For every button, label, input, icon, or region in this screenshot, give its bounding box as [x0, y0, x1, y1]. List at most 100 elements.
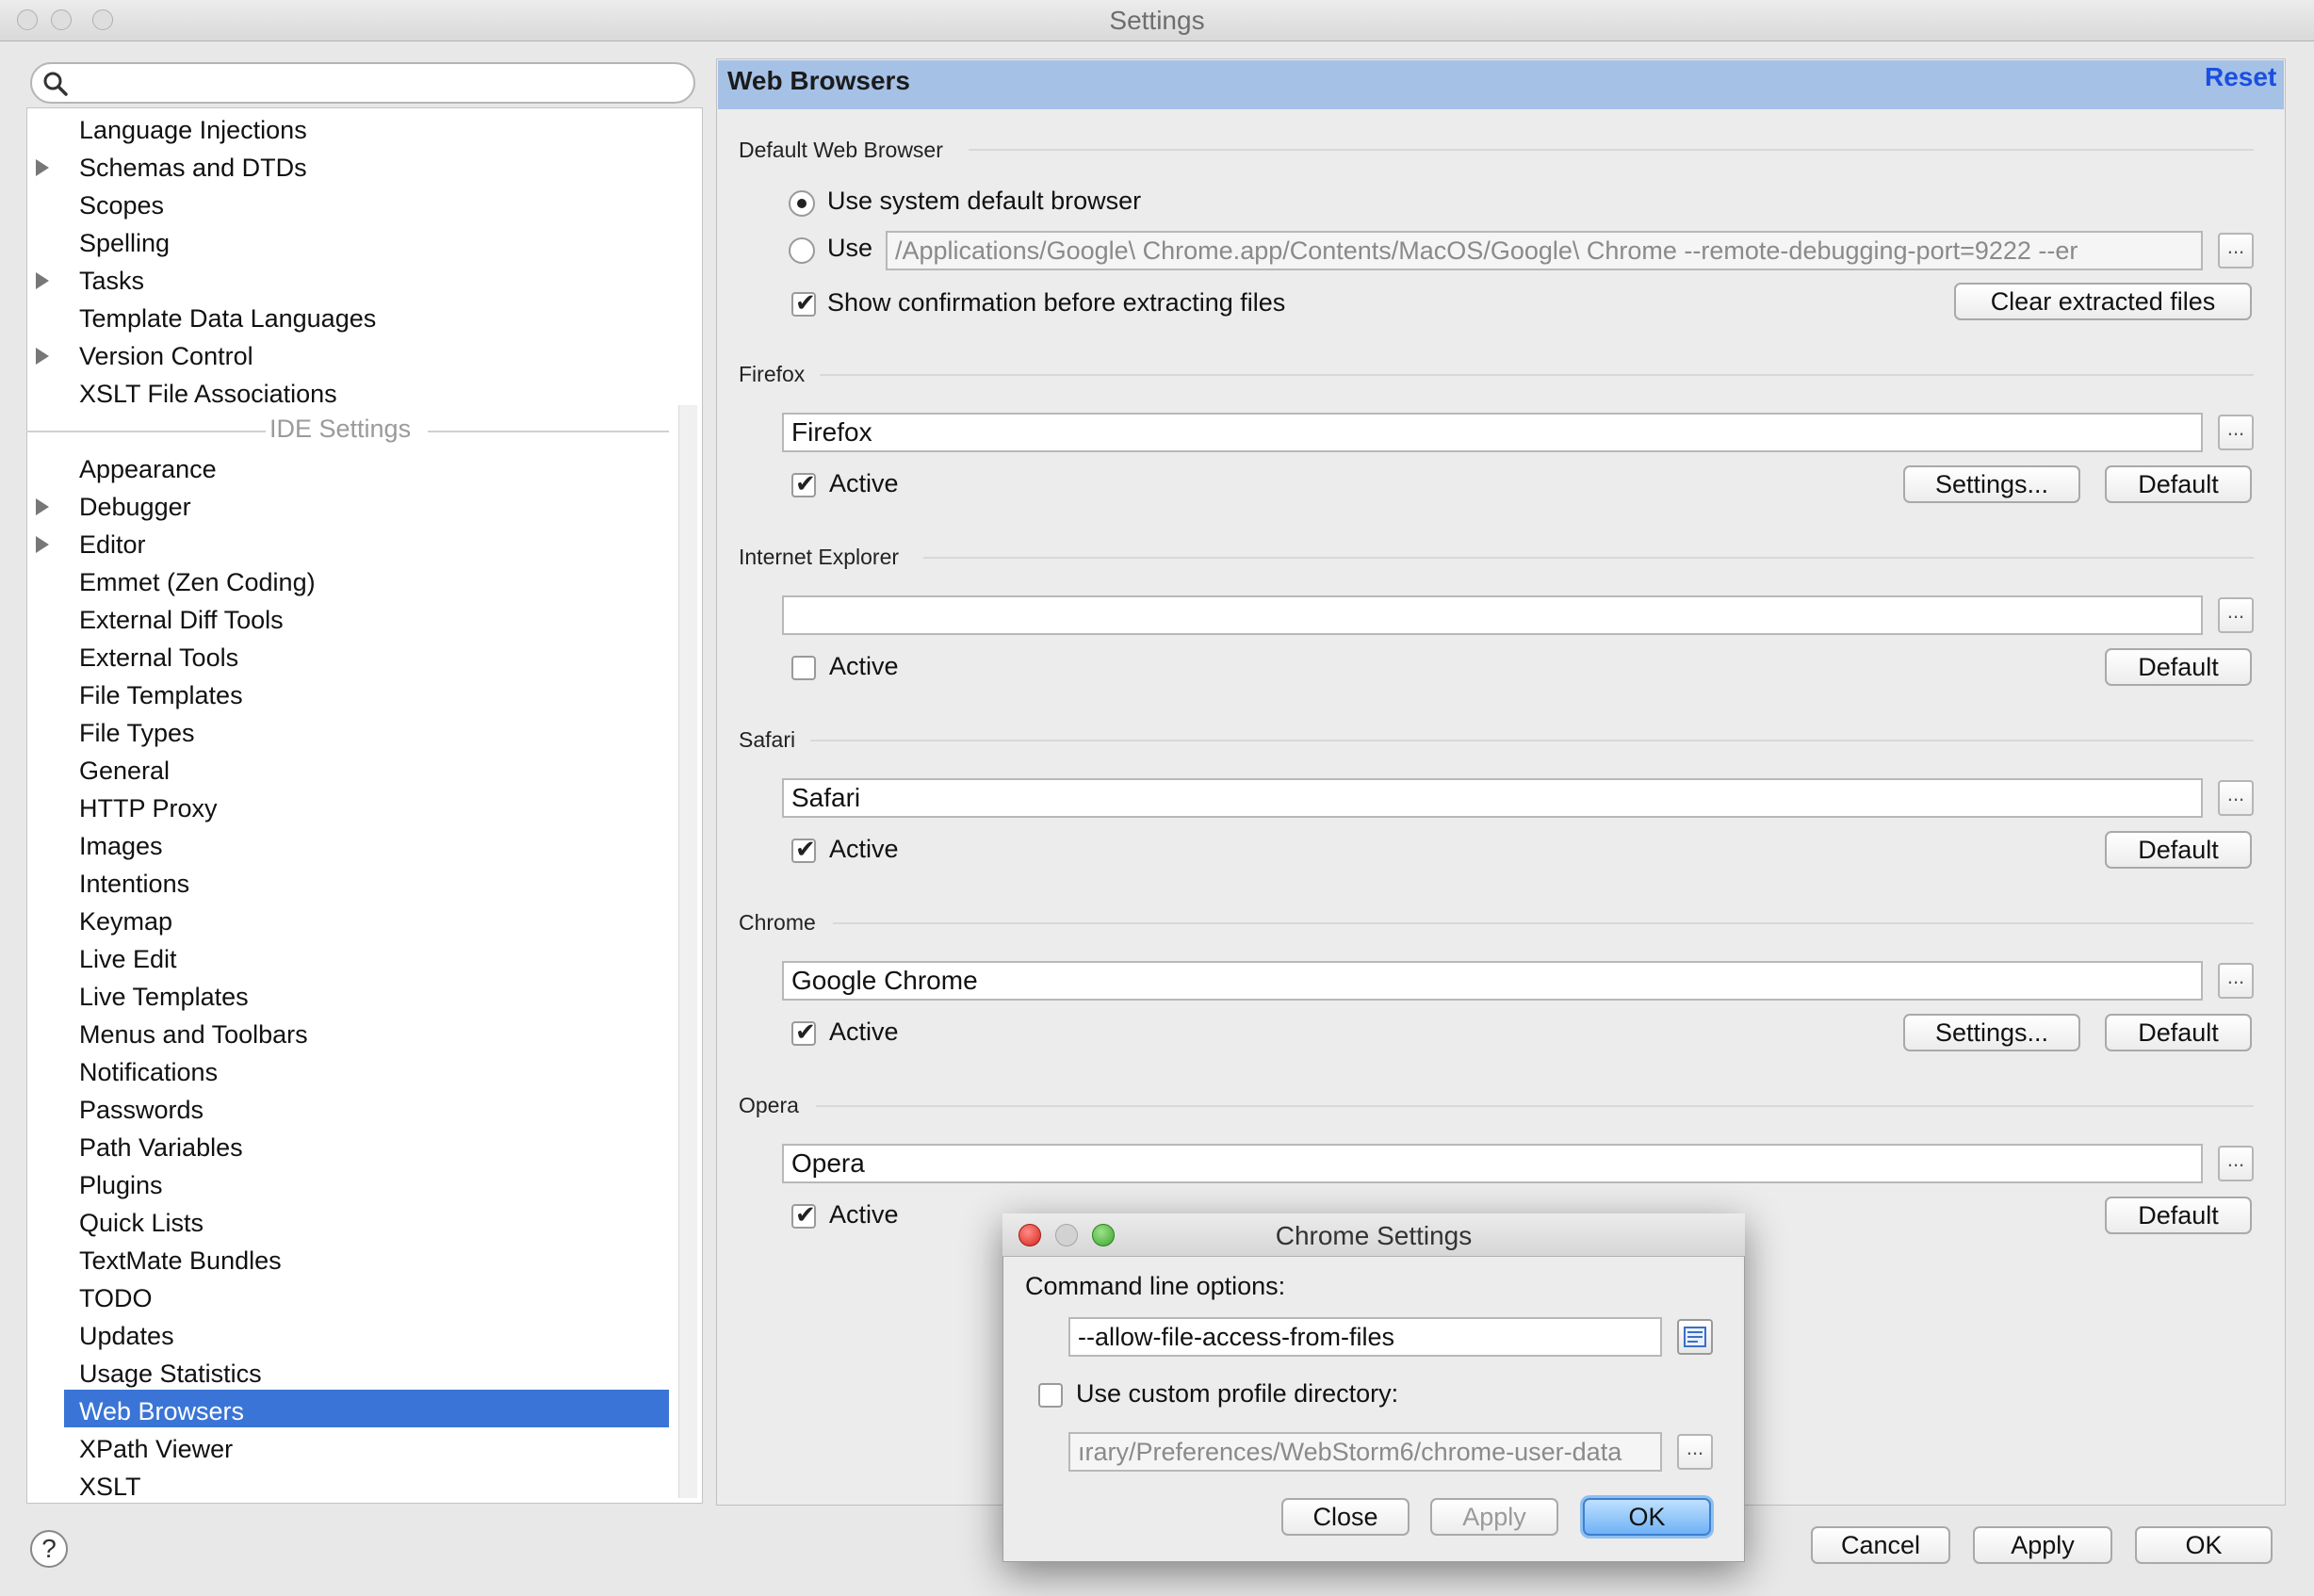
- tree-item[interactable]: Version Control: [79, 337, 253, 375]
- tree-item[interactable]: Tasks: [79, 262, 144, 300]
- opera-default-button[interactable]: Default: [2105, 1197, 2252, 1234]
- tree-item[interactable]: XSLT File Associations: [79, 375, 337, 413]
- ok-button[interactable]: OK: [2135, 1526, 2273, 1564]
- safari-default-button[interactable]: Default: [2105, 831, 2252, 869]
- section-divider: [969, 149, 2254, 151]
- tree-item[interactable]: Template Data Languages: [79, 300, 376, 337]
- tree-item[interactable]: Quick Lists: [79, 1204, 204, 1242]
- settings-search-input[interactable]: [30, 62, 695, 104]
- firefox-browse-button[interactable]: ...: [2218, 415, 2254, 450]
- expand-arrow-icon[interactable]: [36, 348, 49, 365]
- section-divider: [820, 374, 2254, 376]
- section-firefox: Firefox: [739, 362, 806, 386]
- chrome-browse-button[interactable]: ...: [2218, 963, 2254, 999]
- dialog-close-button[interactable]: Close: [1281, 1498, 1410, 1536]
- tree-item[interactable]: Keymap: [79, 903, 172, 940]
- ie-active-label: Active: [829, 652, 899, 680]
- tree-item[interactable]: External Diff Tools: [79, 601, 284, 639]
- help-button[interactable]: ?: [30, 1530, 68, 1568]
- opera-active-checkbox[interactable]: [791, 1200, 816, 1230]
- tree-item[interactable]: Live Edit: [79, 940, 177, 978]
- opera-browse-button[interactable]: ...: [2218, 1146, 2254, 1181]
- tree-item[interactable]: Schemas and DTDs: [79, 149, 307, 187]
- ie-active-checkbox[interactable]: [791, 656, 816, 680]
- tree-item[interactable]: Debugger: [79, 488, 191, 526]
- reset-link[interactable]: Reset: [2205, 62, 2276, 92]
- tree-item[interactable]: Passwords: [79, 1091, 204, 1129]
- expand-arrow-icon[interactable]: [36, 272, 49, 289]
- panel-header: [718, 60, 2284, 109]
- tree-item[interactable]: File Types: [79, 714, 195, 752]
- safari-active-checkbox[interactable]: [791, 835, 816, 864]
- custom-browser-path-field[interactable]: /Applications/Google\ Chrome.app/Content…: [886, 231, 2203, 270]
- show-confirmation-checkbox[interactable]: [791, 288, 816, 318]
- cancel-button[interactable]: Cancel: [1811, 1526, 1950, 1564]
- tree-item[interactable]: Images: [79, 827, 163, 865]
- tree-item[interactable]: Spelling: [79, 224, 170, 262]
- tree-item[interactable]: External Tools: [79, 639, 238, 676]
- tree-item[interactable]: Menus and Toolbars: [79, 1016, 308, 1053]
- firefox-default-button[interactable]: Default: [2105, 465, 2252, 503]
- custom-profile-label: Use custom profile directory:: [1076, 1379, 1399, 1408]
- tree-item[interactable]: Web Browsers: [79, 1392, 244, 1430]
- chrome-active-checkbox[interactable]: [791, 1018, 816, 1047]
- firefox-path-field[interactable]: Firefox: [782, 413, 2203, 452]
- expand-arrow-icon[interactable]: [36, 536, 49, 553]
- profile-directory-browse-button[interactable]: ...: [1677, 1434, 1713, 1470]
- profile-directory-field[interactable]: ırary/Preferences/WebStorm6/chrome-user-…: [1068, 1432, 1662, 1472]
- safari-path-field[interactable]: Safari: [782, 778, 2203, 818]
- chrome-active-label: Active: [829, 1018, 899, 1046]
- opera-active-label: Active: [829, 1200, 899, 1229]
- tree-item[interactable]: Updates: [79, 1317, 174, 1355]
- ie-default-button[interactable]: Default: [2105, 648, 2252, 686]
- firefox-settings-button[interactable]: Settings...: [1903, 465, 2080, 503]
- custom-browser-browse-button[interactable]: ...: [2218, 233, 2254, 269]
- tree-scrollbar[interactable]: [678, 405, 697, 1498]
- section-divider: [923, 557, 2254, 559]
- custom-profile-checkbox[interactable]: [1038, 1383, 1063, 1408]
- tree-item[interactable]: TextMate Bundles: [79, 1242, 282, 1279]
- section-ie: Internet Explorer: [739, 545, 900, 569]
- chrome-settings-button[interactable]: Settings...: [1903, 1014, 2080, 1051]
- clear-extracted-files-button[interactable]: Clear extracted files: [1954, 283, 2252, 320]
- expand-arrow-icon[interactable]: [36, 159, 49, 176]
- use-system-default-radio[interactable]: [789, 190, 815, 217]
- firefox-active-label: Active: [829, 469, 899, 497]
- apply-button[interactable]: Apply: [1973, 1526, 2112, 1564]
- window-title: Settings: [1109, 6, 1205, 35]
- tree-item[interactable]: File Templates: [79, 676, 243, 714]
- ie-browse-button[interactable]: ...: [2218, 597, 2254, 633]
- section-opera: Opera: [739, 1093, 799, 1117]
- tree-item[interactable]: Language Injections: [79, 111, 307, 149]
- safari-browse-button[interactable]: ...: [2218, 780, 2254, 816]
- opera-path-field[interactable]: Opera: [782, 1144, 2203, 1183]
- tree-item[interactable]: Live Templates: [79, 978, 249, 1016]
- tree-item[interactable]: XSLT: [79, 1468, 141, 1506]
- tree-item[interactable]: TODO: [79, 1279, 153, 1317]
- tree-item[interactable]: Emmet (Zen Coding): [79, 563, 316, 601]
- use-custom-browser-radio[interactable]: [789, 237, 815, 264]
- section-default-web-browser: Default Web Browser: [739, 138, 943, 162]
- dialog-ok-button[interactable]: OK: [1583, 1498, 1711, 1536]
- chrome-path-field[interactable]: Google Chrome: [782, 961, 2203, 1001]
- dialog-title: Chrome Settings: [1275, 1221, 1473, 1250]
- firefox-active-checkbox[interactable]: [791, 469, 816, 498]
- tree-item[interactable]: Intentions: [79, 865, 189, 903]
- tree-item[interactable]: Plugins: [79, 1166, 163, 1204]
- command-line-options-field[interactable]: --allow-file-access-from-files: [1068, 1317, 1662, 1357]
- tree-item[interactable]: Editor: [79, 526, 146, 563]
- search-icon: [43, 72, 68, 96]
- expand-text-icon[interactable]: [1677, 1319, 1713, 1355]
- tree-item[interactable]: Path Variables: [79, 1129, 243, 1166]
- tree-item[interactable]: HTTP Proxy: [79, 790, 218, 827]
- dialog-apply-button[interactable]: Apply: [1430, 1498, 1558, 1536]
- ie-path-field[interactable]: [782, 595, 2203, 635]
- tree-item[interactable]: Scopes: [79, 187, 164, 224]
- tree-item[interactable]: General: [79, 752, 170, 790]
- tree-item[interactable]: Notifications: [79, 1053, 218, 1091]
- tree-item[interactable]: Usage Statistics: [79, 1355, 262, 1392]
- tree-item[interactable]: Appearance: [79, 450, 217, 488]
- expand-arrow-icon[interactable]: [36, 498, 49, 515]
- chrome-default-button[interactable]: Default: [2105, 1014, 2252, 1051]
- tree-item[interactable]: XPath Viewer: [79, 1430, 233, 1468]
